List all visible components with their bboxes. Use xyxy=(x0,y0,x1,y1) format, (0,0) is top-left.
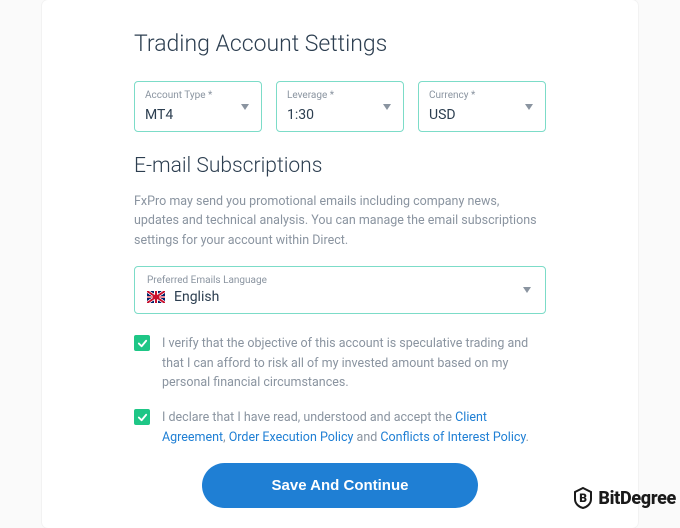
declare-sep2: and xyxy=(353,430,380,445)
verify-checkbox-row: I verify that the objective of this acco… xyxy=(134,334,546,392)
select-row: Account Type * MT4 Leverage * 1:30 Curre… xyxy=(134,81,546,132)
currency-select[interactable]: Currency * USD xyxy=(418,81,546,132)
chevron-down-icon xyxy=(525,104,533,110)
svg-text:B: B xyxy=(580,491,588,505)
watermark-text: BitDegree xyxy=(598,488,676,509)
language-label: Preferred Emails Language xyxy=(147,275,267,286)
check-icon xyxy=(137,412,148,423)
account-type-select[interactable]: Account Type * MT4 xyxy=(134,81,262,132)
leverage-label: Leverage * xyxy=(287,90,393,101)
uk-flag-icon xyxy=(147,291,165,303)
page-title: Trading Account Settings xyxy=(134,30,546,57)
chevron-down-icon xyxy=(383,104,391,110)
account-type-label: Account Type * xyxy=(145,90,251,101)
declare-checkbox-row: I declare that I have read, understood a… xyxy=(134,408,546,447)
declare-prefix: I declare that I have read, understood a… xyxy=(162,410,455,425)
language-value: English xyxy=(174,289,219,305)
email-info-text: FxPro may send you promotional emails in… xyxy=(134,192,546,250)
declare-suffix: . xyxy=(526,430,529,445)
check-icon xyxy=(137,338,148,349)
language-select[interactable]: Preferred Emails Language English xyxy=(134,266,546,314)
conflicts-policy-link[interactable]: Conflicts of Interest Policy xyxy=(380,430,525,445)
watermark: B BitDegree xyxy=(571,486,676,510)
chevron-down-icon xyxy=(241,104,249,110)
save-continue-button[interactable]: Save And Continue xyxy=(202,463,479,508)
account-type-value: MT4 xyxy=(145,107,173,123)
verify-text: I verify that the objective of this acco… xyxy=(162,334,546,392)
order-execution-link[interactable]: Order Execution Policy xyxy=(229,430,354,445)
email-heading: E-mail Subscriptions xyxy=(134,154,546,178)
currency-label: Currency * xyxy=(429,90,535,101)
declare-checkbox[interactable] xyxy=(134,409,150,425)
chevron-down-icon xyxy=(523,287,531,293)
shield-icon: B xyxy=(571,486,595,510)
leverage-value: 1:30 xyxy=(287,107,314,123)
declare-text: I declare that I have read, understood a… xyxy=(162,408,546,447)
leverage-select[interactable]: Leverage * 1:30 xyxy=(276,81,404,132)
currency-value: USD xyxy=(429,107,456,123)
verify-checkbox[interactable] xyxy=(134,335,150,351)
settings-card: Trading Account Settings Account Type * … xyxy=(42,0,638,528)
